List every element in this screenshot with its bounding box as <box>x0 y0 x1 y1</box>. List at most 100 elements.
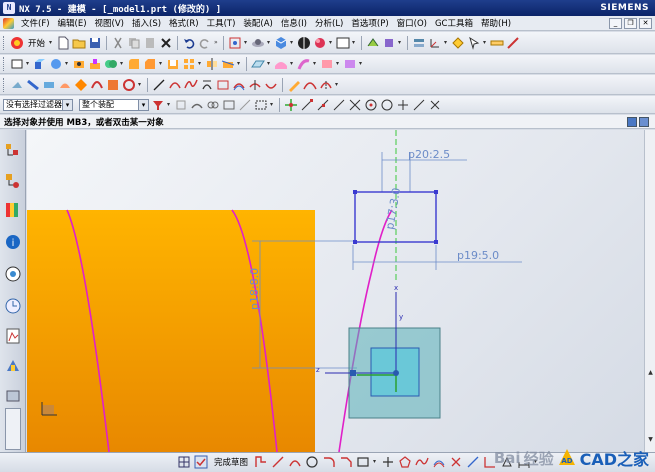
reuse-library-icon[interactable]: i <box>4 232 22 252</box>
arc-icon[interactable] <box>168 78 182 92</box>
profile-icon[interactable] <box>254 455 268 469</box>
save-icon[interactable] <box>88 36 102 50</box>
revolve-dropdown-icon[interactable]: ▾ <box>65 57 70 71</box>
menu-assembly[interactable]: 装配(A) <box>239 17 276 29</box>
curve-tool-8-icon[interactable] <box>122 78 136 92</box>
sketch-icon[interactable] <box>10 57 24 71</box>
display-list-icon[interactable] <box>627 116 637 127</box>
unite-icon[interactable] <box>104 57 118 71</box>
sketch-properties-icon[interactable] <box>177 455 191 469</box>
measure-icon[interactable] <box>490 36 504 50</box>
redo-icon[interactable] <box>198 36 212 50</box>
csys-dropdown-icon[interactable]: ▾ <box>444 36 449 50</box>
close-icon[interactable]: ✕ <box>639 17 652 29</box>
finish-sketch-button[interactable]: 完成草图 <box>214 456 248 468</box>
intersection-icon[interactable] <box>348 98 362 112</box>
rect-select-dropdown-icon[interactable]: ▾ <box>270 98 275 112</box>
pattern-dropdown-icon[interactable]: ▾ <box>198 57 203 71</box>
selection-dropdown-icon[interactable]: ▾ <box>483 36 488 50</box>
internet-explorer-icon[interactable] <box>4 264 22 284</box>
toolbar-grip[interactable] <box>3 57 6 71</box>
curve-dropdown-icon[interactable]: ▾ <box>138 78 143 92</box>
menu-insert[interactable]: 插入(S) <box>128 17 165 29</box>
curve-tool-5-icon[interactable] <box>74 78 88 92</box>
quadrant-icon[interactable] <box>380 98 394 112</box>
surface-icon[interactable] <box>274 57 288 71</box>
app-menu-icon[interactable] <box>3 17 14 29</box>
curve-tool-3-icon[interactable] <box>42 78 56 92</box>
curve-tool-2-icon[interactable] <box>26 78 40 92</box>
boss-icon[interactable] <box>88 57 102 71</box>
delete-icon[interactable] <box>159 36 173 50</box>
text-curve-icon[interactable] <box>216 78 230 92</box>
menu-gc-toolkit[interactable]: GC工具箱 <box>431 17 477 29</box>
graphics-window[interactable]: p20:2.5 p19:5.0 p18:8.0 p17:3.0 x y z <box>27 130 644 452</box>
arc-center-icon[interactable] <box>364 98 378 112</box>
selection-filter-select[interactable]: 没有选择过滤器 <box>3 98 73 111</box>
start-icon[interactable] <box>10 36 24 50</box>
start-button[interactable]: 开始 <box>28 37 45 49</box>
open-folder-icon[interactable] <box>72 36 86 50</box>
menu-format[interactable]: 格式(R) <box>165 17 203 29</box>
toolbar-more-icon[interactable]: » <box>214 36 219 50</box>
scroll-down-icon[interactable]: ▼ <box>646 435 655 444</box>
chamfer-dropdown-icon[interactable]: ▾ <box>159 57 164 71</box>
rectangle-dropdown-icon[interactable]: ▾ <box>373 455 378 469</box>
axis-handle[interactable] <box>350 370 356 376</box>
history-icon[interactable] <box>4 296 22 316</box>
dimension-p17[interactable]: p17:3.0 <box>383 187 403 231</box>
spline-icon[interactable] <box>184 78 198 92</box>
wcs-icon[interactable] <box>366 36 380 50</box>
sew-icon[interactable] <box>343 57 357 71</box>
select-feature-icon[interactable] <box>174 98 188 112</box>
display-icon[interactable] <box>297 36 311 50</box>
offset-curve-icon[interactable] <box>232 78 246 92</box>
trim-dropdown-icon[interactable]: ▾ <box>237 57 242 71</box>
edge-blend-icon[interactable] <box>127 57 141 71</box>
rotate-dropdown-icon[interactable]: ▾ <box>267 36 272 50</box>
snap-point-icon[interactable] <box>284 98 298 112</box>
curve-tool-7-icon[interactable] <box>106 78 120 92</box>
control-point-icon[interactable] <box>332 98 346 112</box>
datum-dropdown-icon[interactable]: ▾ <box>267 57 272 71</box>
mirror-icon[interactable] <box>205 57 219 71</box>
trim-curve-icon[interactable] <box>303 78 317 92</box>
quick-extend-icon[interactable] <box>466 455 480 469</box>
unite-dropdown-icon[interactable]: ▾ <box>120 57 125 71</box>
shaded-cube-icon[interactable] <box>274 36 288 50</box>
end-point-icon[interactable] <box>300 98 314 112</box>
selection-icon[interactable] <box>467 36 481 50</box>
point-sketch-icon[interactable] <box>381 455 395 469</box>
offset-sketch-icon[interactable] <box>432 455 446 469</box>
offset-dropdown-icon[interactable]: ▾ <box>336 57 341 71</box>
start-dropdown-icon[interactable]: ▾ <box>49 36 54 50</box>
csys-icon[interactable] <box>428 36 442 50</box>
scroll-up-icon[interactable]: ▲ <box>646 368 655 377</box>
orient-dropdown-icon[interactable]: ▾ <box>398 36 403 50</box>
selection-scope-select[interactable]: 整个装配 <box>79 98 149 111</box>
analysis-icon[interactable] <box>506 36 520 50</box>
dimension-p18[interactable]: p18:8.0 <box>248 268 261 310</box>
rectangle-sketch-icon[interactable] <box>356 455 370 469</box>
offset-face-icon[interactable] <box>320 57 334 71</box>
menu-information[interactable]: 信息(I) <box>277 17 311 29</box>
graphics-scrollbar[interactable]: ▲ ▼ <box>644 130 655 452</box>
stretch-curve-icon[interactable] <box>319 78 333 92</box>
hole-icon[interactable] <box>72 57 86 71</box>
cut-icon[interactable] <box>111 36 125 50</box>
restore-icon[interactable]: ❐ <box>624 17 637 29</box>
menu-preferences[interactable]: 首选项(P) <box>347 17 392 29</box>
menu-edit[interactable]: 编辑(E) <box>54 17 91 29</box>
select-curve-icon[interactable] <box>238 98 252 112</box>
material-dropdown-icon[interactable]: ▾ <box>329 36 334 50</box>
menu-view[interactable]: 视图(V) <box>91 17 128 29</box>
sweep-dropdown-icon[interactable]: ▾ <box>313 57 318 71</box>
polygon-sketch-icon[interactable] <box>398 455 412 469</box>
datum-plane-icon[interactable] <box>251 57 265 71</box>
trim-body-icon[interactable] <box>221 57 235 71</box>
curve-tool-1-icon[interactable] <box>10 78 24 92</box>
surface-dropdown-icon[interactable]: ▾ <box>290 57 295 71</box>
menu-help[interactable]: 帮助(H) <box>477 17 515 29</box>
menu-tools[interactable]: 工具(T) <box>203 17 240 29</box>
menu-window[interactable]: 窗口(O) <box>393 17 431 29</box>
